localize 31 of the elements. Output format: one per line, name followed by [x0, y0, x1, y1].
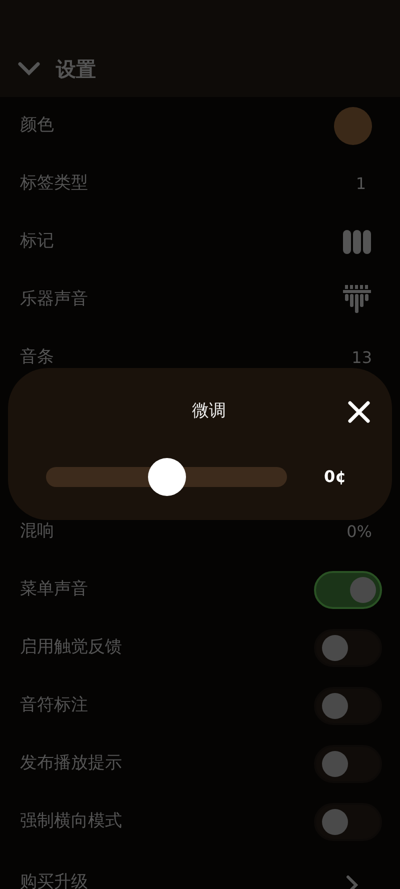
slider[interactable] — [46, 458, 287, 496]
setting-value: 0% — [346, 521, 372, 543]
setting-label: 标签类型 — [20, 172, 88, 196]
setting-value: 13 — [352, 347, 372, 369]
setting-label: 乐器声音 — [20, 288, 88, 312]
chevron-down-icon[interactable] — [18, 62, 40, 76]
setting-label: 强制横向模式 — [20, 810, 122, 834]
chevron-right-icon[interactable] — [346, 875, 358, 889]
slider-value: 0¢ — [324, 466, 346, 488]
setting-label: 音条 — [20, 346, 54, 370]
setting-label: 菜单声音 — [20, 578, 88, 602]
setting-label: 音符标注 — [20, 694, 88, 718]
setting-label: 购买升级 — [20, 870, 88, 889]
setting-label: 颜色 — [20, 114, 54, 138]
color-swatch[interactable] — [334, 107, 372, 145]
toggle-switch[interactable] — [314, 803, 382, 841]
bars-icon[interactable] — [343, 230, 371, 254]
setting-label: 发布播放提示 — [20, 752, 122, 776]
setting-label: 启用触觉反馈 — [20, 636, 122, 660]
toggle-switch[interactable] — [314, 745, 382, 783]
setting-label: 标记 — [20, 230, 54, 254]
dialog-title: 微调 — [192, 400, 226, 424]
setting-value: 1 — [356, 173, 366, 195]
setting-label: 混响 — [20, 520, 54, 544]
kalimba-icon[interactable] — [343, 285, 371, 315]
section-title: 设置 — [56, 56, 96, 82]
close-button[interactable] — [348, 401, 370, 423]
toggle-switch[interactable] — [314, 629, 382, 667]
slider-thumb[interactable] — [148, 458, 186, 496]
toggle-switch[interactable] — [314, 571, 382, 609]
toggle-switch[interactable] — [314, 687, 382, 725]
